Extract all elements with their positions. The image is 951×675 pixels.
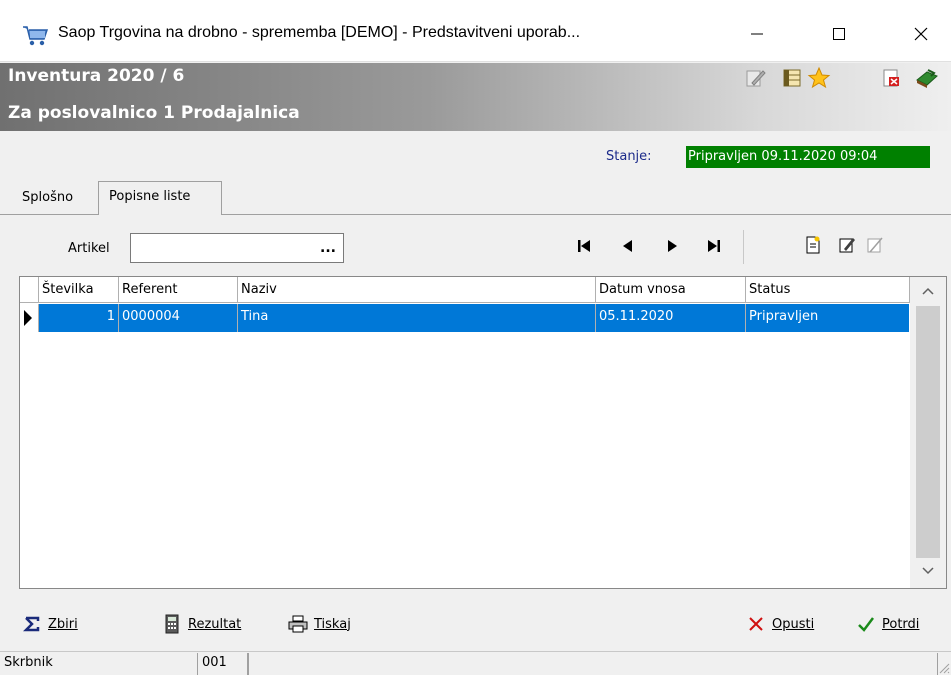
opusti-label: Opusti: [772, 616, 815, 632]
tiskaj-button[interactable]: Tiskaj: [286, 612, 351, 636]
column-header-status[interactable]: Status: [746, 277, 910, 303]
tiskaj-label: Tiskaj: [314, 616, 351, 632]
columns-icon[interactable]: [779, 66, 805, 90]
cell-naziv: Tina: [241, 309, 269, 324]
cell-datum-vnosa: 05.11.2020: [599, 309, 674, 324]
state-value: Pripravljen 09.11.2020 09:04: [686, 146, 930, 168]
tab-splosno[interactable]: Splošno: [22, 190, 73, 205]
scroll-up-icon[interactable]: [920, 284, 936, 298]
resize-grip-icon[interactable]: [936, 660, 950, 674]
column-header-stevilka[interactable]: Številka: [39, 277, 119, 303]
cell-referent: 0000004: [122, 309, 180, 324]
previous-record-icon[interactable]: [614, 232, 642, 260]
artikel-browse-button[interactable]: ...: [314, 235, 342, 261]
status-info: [248, 653, 938, 675]
scrollbar-thumb[interactable]: [916, 306, 940, 558]
scroll-down-icon[interactable]: [920, 564, 936, 578]
edit-icon[interactable]: [743, 66, 769, 90]
new-record-icon[interactable]: [800, 232, 826, 258]
rezultat-button[interactable]: Rezultat: [160, 612, 241, 636]
first-record-icon[interactable]: [570, 232, 598, 260]
column-header-referent[interactable]: Referent: [119, 277, 238, 303]
star-icon[interactable]: [806, 66, 832, 90]
next-record-icon[interactable]: [658, 232, 686, 260]
maximize-button[interactable]: [816, 14, 862, 54]
rezultat-label: Rezultat: [188, 616, 242, 632]
cancel-x-icon: [744, 613, 768, 635]
potrdi-button[interactable]: Potrdi: [854, 612, 919, 636]
last-record-icon[interactable]: [700, 232, 728, 260]
artikel-label: Artikel: [68, 241, 110, 256]
exit-book-icon[interactable]: [914, 66, 940, 90]
cell-stevilka: 1: [106, 309, 115, 324]
zbiri-button[interactable]: Zbiri: [20, 612, 78, 636]
cell-divider: [595, 304, 596, 332]
cell-divider: [745, 304, 746, 332]
tab-popisne-liste[interactable]: Popisne liste: [98, 181, 222, 215]
minimize-button[interactable]: [734, 14, 780, 54]
artikel-input[interactable]: [130, 233, 344, 263]
grid-corner: [20, 277, 39, 303]
calculator-icon: [160, 613, 184, 635]
cell-divider: [237, 304, 238, 332]
sigma-icon: [20, 613, 44, 635]
status-code: 001: [198, 653, 248, 675]
cell-divider: [118, 304, 119, 332]
cell-status: Pripravljen: [749, 309, 819, 324]
potrdi-label: Potrdi: [882, 616, 920, 632]
page-title: Inventura 2020 / 6: [8, 66, 185, 86]
tab-splosno-label: Splošno: [22, 190, 74, 205]
toolbar-separator: [743, 230, 744, 264]
close-button[interactable]: [898, 14, 944, 54]
shopping-cart-icon: [22, 24, 50, 48]
delete-doc-icon[interactable]: [878, 66, 904, 90]
edit-record-icon[interactable]: [834, 232, 860, 258]
window-title: Saop Trgovina na drobno - sprememba [DEM…: [58, 24, 581, 41]
opusti-button[interactable]: Opusti: [744, 612, 814, 636]
column-header-naziv[interactable]: Naziv: [238, 277, 596, 303]
status-user: Skrbnik: [0, 653, 198, 675]
current-row-indicator: [20, 304, 39, 332]
page-subtitle: Za poslovalnico 1 Prodajalnica: [8, 103, 300, 123]
state-label: Stanje:: [606, 149, 652, 164]
tab-popisne-liste-label: Popisne liste: [109, 189, 191, 204]
column-header-datum-vnosa[interactable]: Datum vnosa: [596, 277, 746, 303]
active-tab-gap: [99, 214, 221, 215]
checkmark-icon: [854, 613, 878, 635]
delete-record-icon[interactable]: [862, 232, 888, 258]
zbiri-label: Zbiri: [48, 616, 78, 632]
printer-icon: [286, 613, 310, 635]
